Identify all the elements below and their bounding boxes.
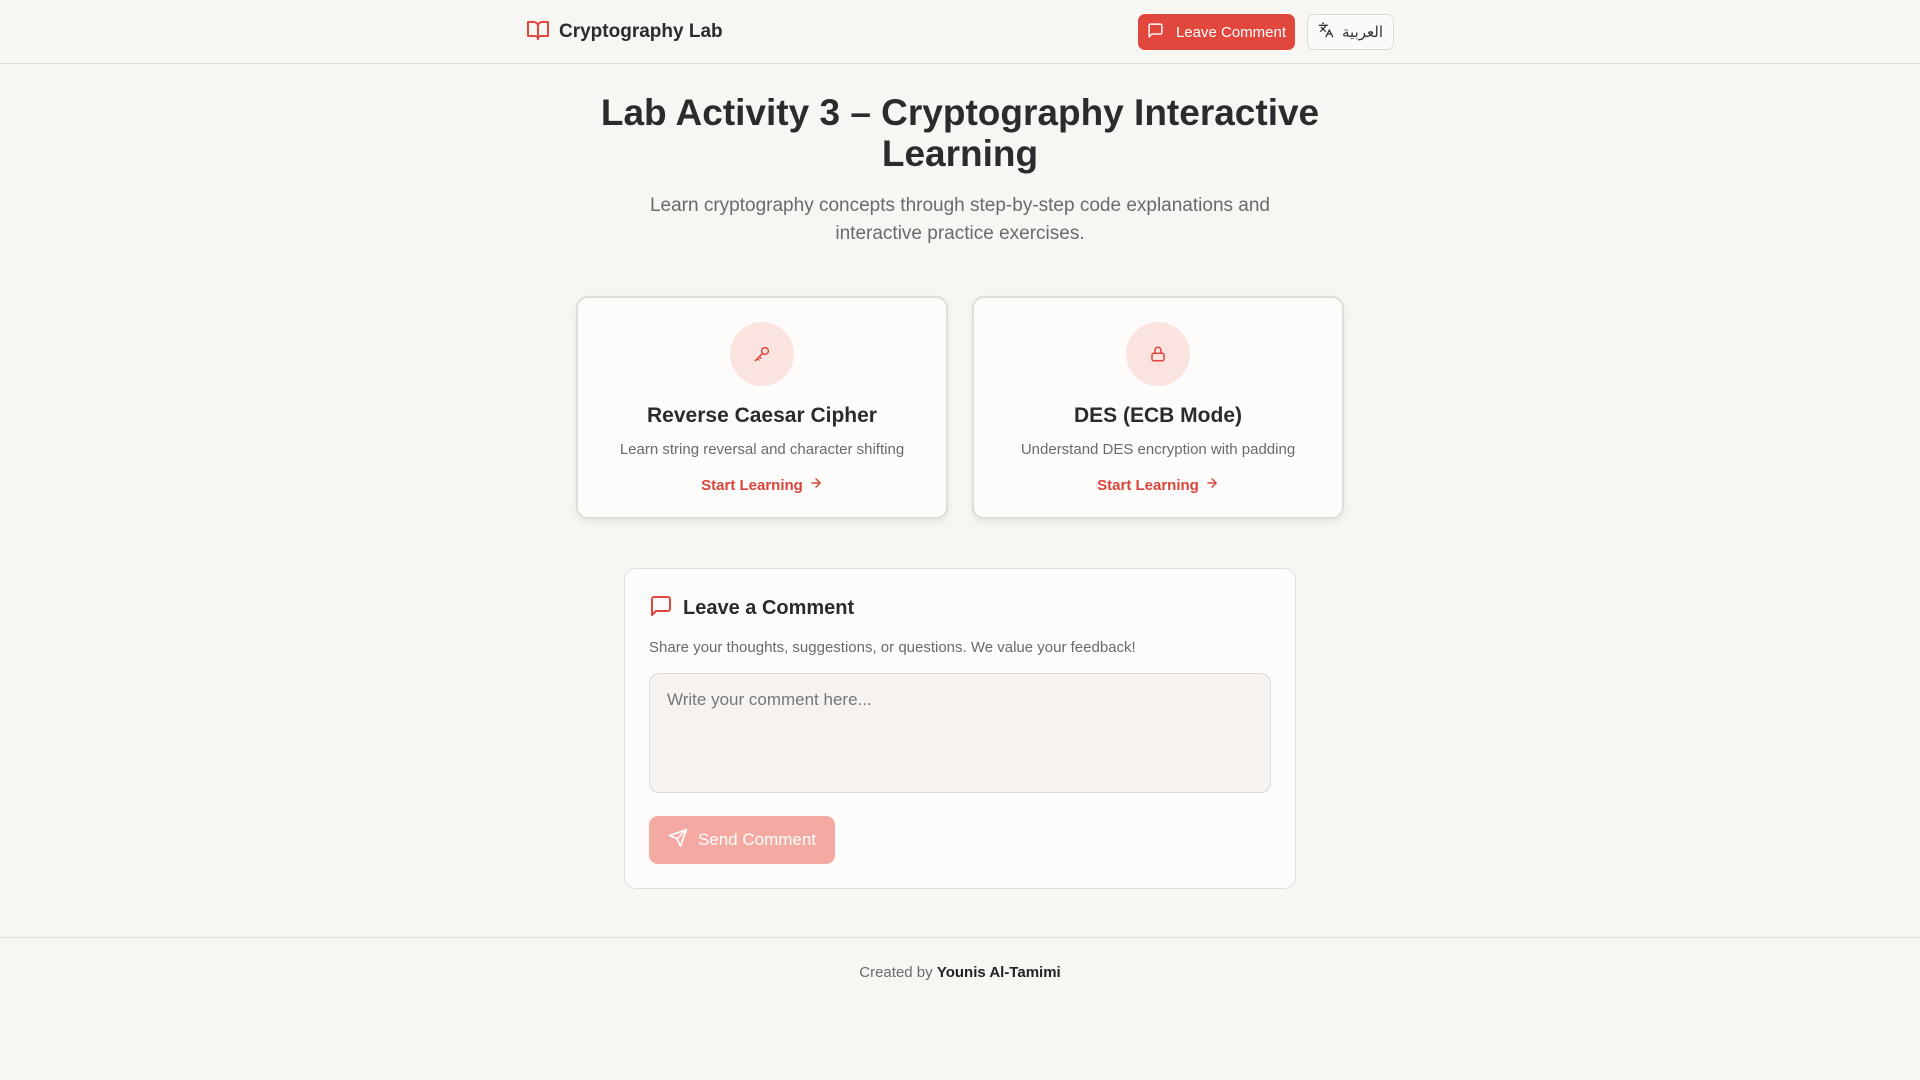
- card-description: Understand DES encryption with padding: [1020, 441, 1296, 458]
- footer-credit: Created by Younis Al-Tamimi: [0, 964, 1920, 981]
- languages-icon: [1318, 22, 1334, 42]
- language-toggle-button[interactable]: العربية: [1307, 14, 1394, 50]
- card-title: DES (ECB Mode): [1074, 404, 1242, 427]
- card-title: Reverse Caesar Cipher: [647, 404, 877, 427]
- footer-author: Younis Al-Tamimi: [936, 964, 1061, 981]
- leave-comment-button[interactable]: Leave Comment: [1138, 14, 1295, 50]
- arrow-right-icon: [809, 476, 823, 494]
- card-description: Learn string reversal and character shif…: [619, 441, 905, 458]
- message-square-icon: [1147, 22, 1164, 43]
- lock-icon: [1126, 322, 1190, 386]
- comment-header: Leave a Comment: [649, 595, 854, 621]
- start-learning-link[interactable]: Start Learning: [974, 476, 1342, 494]
- comment-title: Leave a Comment: [683, 596, 855, 619]
- start-learning-link[interactable]: Start Learning: [578, 476, 946, 494]
- send-comment-button[interactable]: Send Comment: [649, 816, 835, 864]
- comment-section: Leave a Comment Share your thoughts, sug…: [624, 568, 1296, 889]
- send-icon: [668, 828, 688, 853]
- page-subtitle: Learn cryptography concepts through step…: [649, 195, 1270, 244]
- footer: Created by Younis Al-Tamimi: [0, 937, 1920, 1080]
- key-icon: [730, 322, 794, 386]
- card-des-ecb-mode[interactable]: DES (ECB Mode) Understand DES encryption…: [972, 296, 1344, 519]
- arrow-right-icon: [1205, 476, 1219, 494]
- book-open-icon: [526, 18, 550, 47]
- brand-title: Cryptography Lab: [559, 21, 723, 42]
- comment-description: Share your thoughts, suggestions, or que…: [649, 639, 1136, 656]
- brand[interactable]: Cryptography Lab: [526, 18, 723, 46]
- comment-input[interactable]: [649, 673, 1271, 793]
- card-reverse-caesar-cipher[interactable]: Reverse Caesar Cipher Learn string rever…: [576, 296, 948, 519]
- language-toggle-label: العربية: [1342, 24, 1383, 41]
- leave-comment-label: Leave Comment: [1175, 23, 1287, 41]
- send-comment-label: Send Comment: [697, 830, 817, 849]
- top-header: Cryptography Lab Leave Comment العربية: [0, 0, 1920, 64]
- start-learning-label: Start Learning: [1097, 476, 1199, 494]
- footer-prefix: Created by: [859, 964, 933, 981]
- page-title: Lab Activity 3 – Cryptography Interactiv…: [600, 92, 1320, 174]
- message-square-icon: [649, 594, 673, 623]
- start-learning-label: Start Learning: [701, 476, 803, 494]
